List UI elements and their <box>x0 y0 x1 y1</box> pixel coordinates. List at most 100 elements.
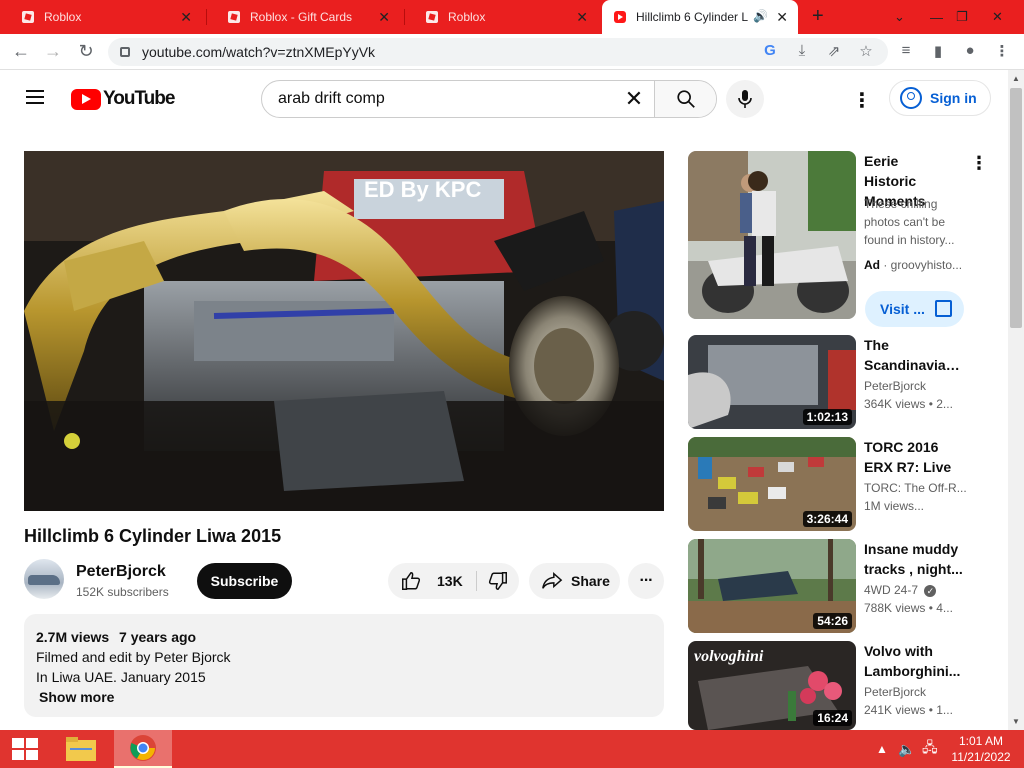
browser-tab-roblox-1[interactable]: Roblox ✕ <box>0 0 206 34</box>
view-count: 364K views • 2... <box>864 397 953 411</box>
close-tab-icon[interactable]: ✕ <box>180 9 192 26</box>
recommended-video[interactable]: 54:26 Insane muddy tracks , night... 4WD… <box>688 539 978 633</box>
video-thumbnail[interactable]: 3:26:44 <box>688 437 856 531</box>
scrollbar-thumb[interactable] <box>1010 88 1022 328</box>
settings-kebab-icon[interactable]: ⋮ <box>852 88 872 113</box>
back-arrow-icon[interactable]: ← <box>10 41 32 62</box>
channel-name[interactable]: PeterBjorck <box>76 563 166 581</box>
subscribe-button[interactable]: Subscribe <box>197 563 292 599</box>
tab-title: Roblox - Gift Cards <box>250 10 353 24</box>
video-title[interactable]: The Scandinavian... <box>864 335 964 375</box>
video-thumbnail[interactable]: 1:02:13 <box>688 335 856 429</box>
minimize-window-icon[interactable]: — <box>930 0 943 34</box>
browser-tab-youtube-active[interactable]: Hillclimb 6 Cylinder L 🔊 ✕ <box>602 0 798 34</box>
voice-search-button[interactable] <box>726 80 764 118</box>
browser-tab-roblox-2[interactable]: Roblox ✕ <box>404 0 602 34</box>
channel-name[interactable]: 4WD 24-7 ✓ <box>864 583 937 597</box>
share-label: Share <box>571 573 610 589</box>
reload-icon[interactable]: ↻ <box>75 41 97 62</box>
like-dislike-bar: 13K <box>388 563 519 599</box>
windows-logo-pane <box>12 750 24 760</box>
browser-tab-roblox-gift-cards[interactable]: Roblox - Gift Cards ✕ <box>206 0 404 34</box>
install-app-icon[interactable]: ⤓ <box>792 42 812 59</box>
show-more-button[interactable]: Show more <box>39 687 652 707</box>
title-line: Scandinavian... <box>864 357 964 373</box>
show-hidden-icons-chevron-icon[interactable]: ▲ <box>876 730 888 768</box>
close-window-icon[interactable]: ✕ <box>992 0 1003 34</box>
recommended-video[interactable]: 3:26:44 TORC 2016 ERX R7: Live TORC: The… <box>688 437 978 531</box>
upload-age: 7 years ago <box>119 629 197 645</box>
recommended-video[interactable]: volvoghini 16:24 Volvo with Lamborghini.… <box>688 641 978 730</box>
youtube-header: YouTube arab drift comp ✕ ⋮ Sign in <box>0 70 1008 126</box>
video-duration: 1:02:13 <box>802 409 852 425</box>
channel-name[interactable]: PeterBjorck <box>864 685 926 699</box>
roblox-favicon-icon <box>426 11 438 23</box>
search-button[interactable] <box>654 81 716 117</box>
channel-name[interactable]: PeterBjorck <box>864 379 926 393</box>
clock-date: 11/21/2022 <box>951 750 1011 764</box>
youtube-favicon-icon <box>614 11 626 23</box>
video-duration: 16:24 <box>813 710 852 726</box>
forward-arrow-icon[interactable]: → <box>42 41 64 62</box>
video-player[interactable]: ED By KPC <box>24 151 664 511</box>
windows-logo-pane <box>12 738 24 748</box>
dislike-button[interactable] <box>477 563 519 599</box>
like-button[interactable]: 13K <box>388 563 476 599</box>
ad-advertiser: · groovyhisto... <box>883 258 963 272</box>
sign-in-label: Sign in <box>930 90 977 106</box>
video-thumbnail[interactable]: 54:26 <box>688 539 856 633</box>
video-title[interactable]: Insane muddy tracks , night... <box>864 539 964 579</box>
system-clock[interactable]: 1:01 AM 11/21/2022 <box>950 733 1012 765</box>
view-count: 788K views • 4... <box>864 601 953 615</box>
ad-menu-kebab-icon[interactable]: ⋮ <box>970 153 988 174</box>
description-line: Filmed and edit by Peter Bjorck <box>36 649 231 665</box>
sponsored-ad-card[interactable]: Eerie Historic Moments ⋮ These chilling … <box>688 151 988 327</box>
more-actions-button[interactable]: ··· <box>628 563 664 599</box>
network-icon[interactable]: 🖧 <box>922 730 938 768</box>
page-scrollbar[interactable]: ▲ ▼ <box>1008 70 1024 730</box>
file-explorer-taskbar-button[interactable] <box>52 730 110 768</box>
close-tab-icon[interactable]: ✕ <box>776 9 788 26</box>
ad-thumbnail[interactable] <box>688 151 856 319</box>
profile-avatar-icon[interactable]: ● <box>960 42 980 59</box>
visit-site-button[interactable]: Visit ... <box>865 291 964 327</box>
chrome-taskbar-button[interactable] <box>114 730 172 768</box>
browser-menu-kebab-icon[interactable]: ⋮ <box>992 42 1012 60</box>
channel-avatar[interactable] <box>24 559 64 599</box>
video-title[interactable]: TORC 2016 ERX R7: Live <box>864 437 964 477</box>
lock-icon[interactable] <box>120 47 130 57</box>
scroll-down-arrow-icon[interactable]: ▼ <box>1012 717 1020 726</box>
share-button[interactable]: Share <box>529 563 620 599</box>
chrome-icon <box>130 735 156 761</box>
new-tab-button[interactable]: + <box>812 5 824 28</box>
description-line: In Liwa UAE. January 2015 <box>36 669 206 685</box>
description-box[interactable]: 2.7M views 7 years ago Filmed and edit b… <box>24 614 664 717</box>
subscriber-count: 152K subscribers <box>76 585 169 599</box>
channel-name[interactable]: TORC: The Off-R... <box>864 481 967 495</box>
youtube-logo[interactable]: YouTube <box>71 88 175 110</box>
volume-icon[interactable]: 🔈 <box>898 730 915 768</box>
google-translate-icon[interactable]: G <box>760 42 780 59</box>
clear-search-icon[interactable]: ✕ <box>614 81 654 117</box>
windows-taskbar: ▲ 🔈 🖧 1:01 AM 11/21/2022 <box>0 730 1024 768</box>
scroll-up-arrow-icon[interactable]: ▲ <box>1012 74 1020 83</box>
recommended-video[interactable]: 1:02:13 The Scandinavian... PeterBjorck … <box>688 335 978 429</box>
side-panel-icon[interactable]: ▮ <box>928 42 948 60</box>
tab-search-chevron-icon[interactable]: ⌄ <box>894 0 905 34</box>
search-icon <box>676 90 695 108</box>
bookmark-star-icon[interactable]: ☆ <box>856 42 876 60</box>
speaker-audio-icon[interactable]: 🔊 <box>753 9 768 23</box>
sign-in-button[interactable]: Sign in <box>889 80 991 116</box>
hamburger-menu-icon[interactable] <box>26 90 44 104</box>
ad-advertiser-line: Ad · groovyhisto... <box>864 258 962 272</box>
video-title[interactable]: Volvo with Lamborghini... <box>864 641 964 681</box>
restore-window-icon[interactable]: ❐ <box>956 0 968 34</box>
ad-description: These chilling photos can't be found in … <box>864 197 955 247</box>
share-page-icon[interactable]: ⇗ <box>824 42 844 60</box>
video-thumbnail[interactable]: volvoghini 16:24 <box>688 641 856 730</box>
close-tab-icon[interactable]: ✕ <box>378 9 390 26</box>
close-tab-icon[interactable]: ✕ <box>576 9 588 26</box>
windows-start-button[interactable] <box>12 738 38 760</box>
media-control-icon[interactable]: ≡ <box>896 42 916 59</box>
search-input[interactable]: arab drift comp <box>262 81 614 117</box>
